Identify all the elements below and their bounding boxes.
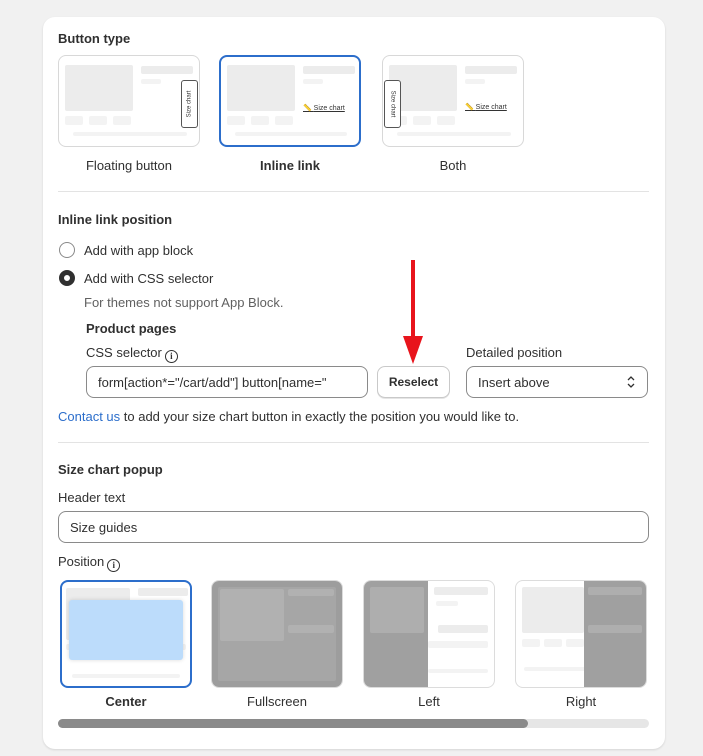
position-right-label: Right [565,694,597,709]
radio-app-block-label: Add with app block [84,243,194,258]
css-selector-helper: For themes not support App Block. [84,295,284,310]
radio-css-selector[interactable] [59,270,75,286]
position-center-option[interactable] [60,580,192,688]
radio-css-selector-label: Add with CSS selector [84,271,214,286]
divider [58,442,649,443]
position-fullscreen-option[interactable] [211,580,343,688]
inline-link-sample: 📏 Size chart [303,105,345,112]
divider [58,191,649,192]
position-fullscreen-label: Fullscreen [247,694,307,709]
red-arrow-annotation [403,260,423,364]
button-type-floating-option[interactable]: Size chart [58,55,200,147]
floating-tab-text: Size chart [186,90,193,118]
radio-app-block[interactable] [59,242,75,258]
contact-text: Contact us to add your size chart button… [58,409,520,424]
both-tab-text: Size chart [389,90,396,118]
both-size-chart-tab: Size chart [384,80,401,128]
button-type-heading: Button type [58,31,131,46]
info-icon[interactable]: i [107,558,121,572]
floating-button-label: Floating button [85,158,172,173]
detailed-position-select[interactable]: Insert above [466,366,648,398]
select-chevron-icon [626,375,636,389]
position-left-option[interactable] [363,580,495,688]
detailed-position-label: Detailed position [466,345,563,360]
inline-link-position-heading: Inline link position [58,212,173,227]
position-left-label: Left [418,694,440,709]
product-pages-heading: Product pages [86,321,177,336]
header-text-input[interactable]: Size guides [58,511,649,543]
button-type-both-option[interactable]: 📏 Size chart Size chart [382,55,524,147]
right-panel-preview [584,581,646,687]
detailed-position-value: Insert above [478,374,550,390]
header-text-label: Header text [58,490,126,505]
contact-us-link[interactable]: Contact us [58,409,120,424]
position-right-option[interactable] [515,580,647,688]
position-label: Position i [58,554,121,572]
both-inline-link-sample: 📏 Size chart [465,104,507,111]
horizontal-scrollbar-thumb[interactable] [58,719,528,728]
reselect-button[interactable]: Reselect [377,366,450,398]
button-type-inline-option[interactable]: 📏 Size chart [219,55,361,147]
center-popup-preview [69,600,183,660]
floating-size-chart-tab: Size chart [181,80,198,128]
css-selector-input[interactable]: form[action*="/cart/add"] button[name=" [86,366,368,398]
css-selector-label: CSS selector i [86,345,178,363]
inline-link-label: Inline link [260,158,320,173]
both-label: Both [439,158,467,173]
size-chart-popup-heading: Size chart popup [58,462,163,477]
info-icon[interactable]: i [164,349,178,363]
position-center-label: Center [105,694,147,709]
